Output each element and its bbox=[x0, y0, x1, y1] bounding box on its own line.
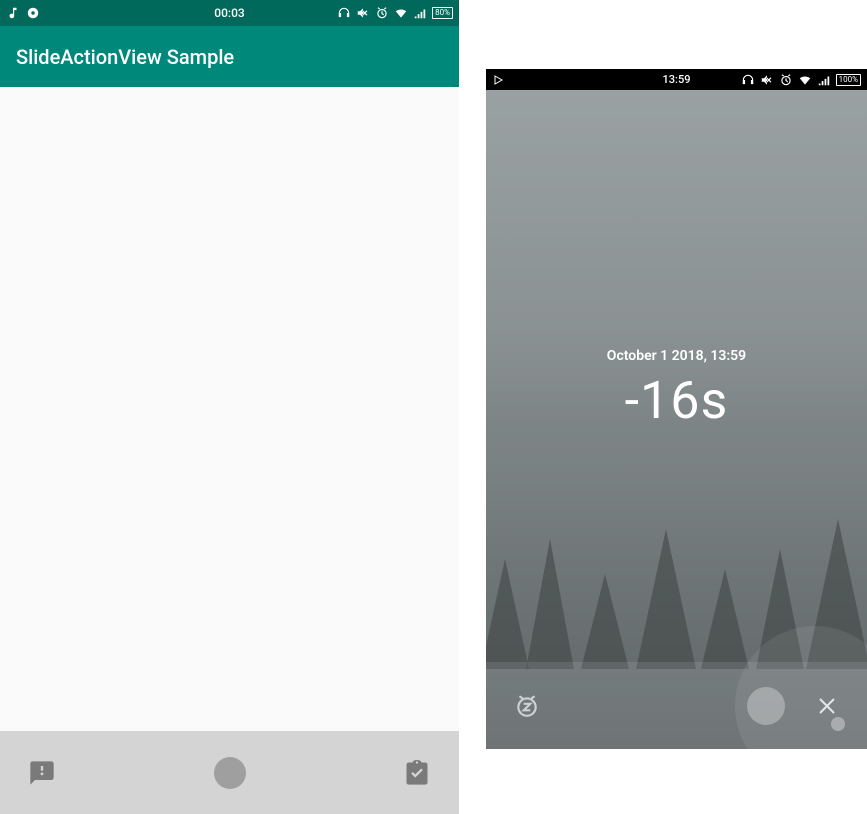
signal-icon bbox=[413, 6, 427, 20]
tree-silhouette bbox=[581, 574, 629, 669]
alarm-icon bbox=[779, 73, 793, 87]
disc-icon bbox=[26, 6, 40, 20]
snooze-icon[interactable] bbox=[514, 693, 540, 719]
status-bar: 00:03 80% bbox=[0, 0, 459, 26]
alarm-info: October 1 2018, 13:59 -16s bbox=[486, 348, 867, 431]
lockscreen-background: October 1 2018, 13:59 -16s bbox=[486, 90, 867, 749]
battery-indicator: 100% bbox=[836, 74, 861, 86]
slide-action-view[interactable] bbox=[0, 731, 459, 814]
slide-trail-dot bbox=[831, 717, 845, 731]
wifi-icon bbox=[798, 73, 812, 87]
tree-silhouette bbox=[701, 569, 749, 669]
content-area bbox=[0, 87, 459, 731]
mute-icon bbox=[356, 6, 370, 20]
tree-silhouette bbox=[526, 539, 574, 669]
slide-handle[interactable] bbox=[214, 757, 246, 789]
exclamation-bubble-icon[interactable] bbox=[28, 759, 56, 787]
slide-handle[interactable] bbox=[747, 687, 785, 725]
music-note-icon bbox=[6, 6, 20, 20]
signal-icon bbox=[817, 73, 831, 87]
phone-screenshot-right: 13:59 100% bbox=[486, 69, 867, 749]
app-bar-title: SlideActionView Sample bbox=[16, 45, 234, 69]
app-bar: SlideActionView Sample bbox=[0, 26, 459, 87]
alarm-date-time: October 1 2018, 13:59 bbox=[486, 348, 867, 364]
alarm-icon bbox=[375, 6, 389, 20]
phone-screenshot-left: 00:03 80% SlideActionView Sample bbox=[0, 0, 459, 814]
status-bar: 13:59 100% bbox=[486, 69, 867, 90]
headphones-icon bbox=[337, 6, 351, 20]
play-icon bbox=[492, 74, 504, 86]
status-bar-time: 00:03 bbox=[214, 6, 244, 20]
status-bar-time: 13:59 bbox=[663, 73, 691, 86]
wifi-icon bbox=[394, 6, 408, 20]
slide-target-ring bbox=[735, 626, 867, 750]
headphones-icon bbox=[741, 73, 755, 87]
close-icon[interactable] bbox=[815, 694, 839, 718]
countdown-text: -16s bbox=[486, 370, 867, 431]
slide-action-view[interactable] bbox=[486, 662, 867, 749]
battery-indicator: 80% bbox=[432, 7, 453, 19]
tree-silhouette bbox=[486, 559, 529, 669]
clipboard-check-icon[interactable] bbox=[403, 759, 431, 787]
tree-silhouette bbox=[636, 529, 696, 669]
mute-icon bbox=[760, 73, 774, 87]
